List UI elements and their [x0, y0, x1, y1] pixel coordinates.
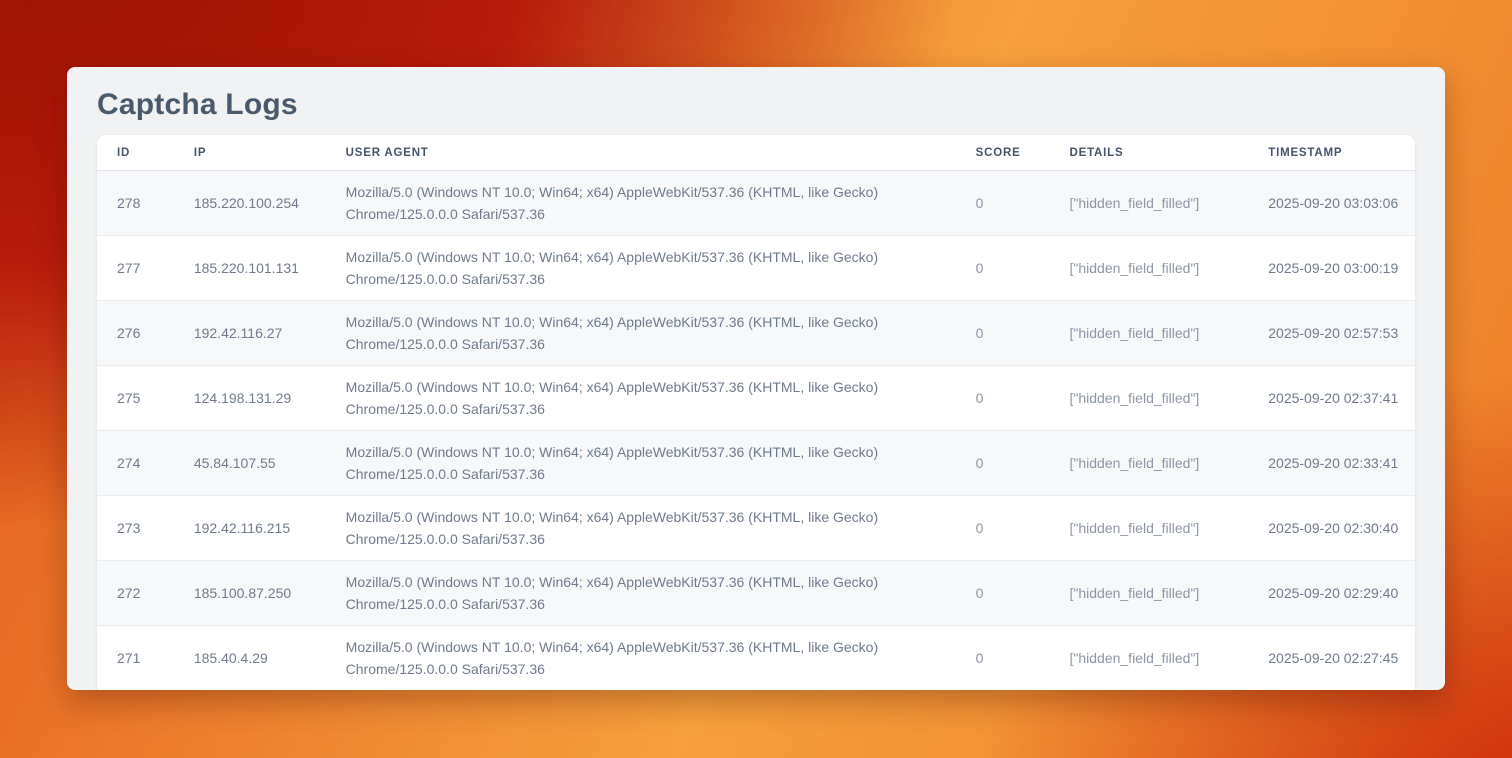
column-header-user_agent: USER AGENT — [326, 135, 956, 171]
cell-user_agent: Mozilla/5.0 (Windows NT 10.0; Win64; x64… — [326, 236, 956, 301]
cell-timestamp: 2025-09-20 02:33:41 — [1248, 431, 1415, 496]
cell-id: 272 — [97, 561, 174, 626]
table-row: 275124.198.131.29Mozilla/5.0 (Windows NT… — [97, 366, 1415, 431]
cell-user_agent: Mozilla/5.0 (Windows NT 10.0; Win64; x64… — [326, 366, 956, 431]
cell-score: 0 — [956, 431, 1050, 496]
cell-user_agent: Mozilla/5.0 (Windows NT 10.0; Win64; x64… — [326, 561, 956, 626]
cell-ip: 124.198.131.29 — [174, 366, 326, 431]
cell-ip: 45.84.107.55 — [174, 431, 326, 496]
cell-id: 273 — [97, 496, 174, 561]
cell-details: ["hidden_field_filled"] — [1050, 236, 1249, 301]
logs-table-container: IDIPUSER AGENTSCOREDETAILSTIMESTAMP 2781… — [97, 135, 1415, 690]
cell-timestamp: 2025-09-20 02:57:53 — [1248, 301, 1415, 366]
table-row: 277185.220.101.131Mozilla/5.0 (Windows N… — [97, 236, 1415, 301]
cell-details: ["hidden_field_filled"] — [1050, 626, 1249, 691]
page-background: Captcha Logs IDIPUSER AGENTSCOREDETAILST… — [0, 0, 1512, 758]
cell-ip: 185.220.101.131 — [174, 236, 326, 301]
cell-id: 271 — [97, 626, 174, 691]
cell-score: 0 — [956, 496, 1050, 561]
cell-score: 0 — [956, 171, 1050, 236]
cell-score: 0 — [956, 301, 1050, 366]
cell-user_agent: Mozilla/5.0 (Windows NT 10.0; Win64; x64… — [326, 171, 956, 236]
column-header-details: DETAILS — [1050, 135, 1249, 171]
cell-score: 0 — [956, 366, 1050, 431]
cell-score: 0 — [956, 236, 1050, 301]
column-header-id: ID — [97, 135, 174, 171]
cell-ip: 192.42.116.215 — [174, 496, 326, 561]
cell-user_agent: Mozilla/5.0 (Windows NT 10.0; Win64; x64… — [326, 496, 956, 561]
cell-score: 0 — [956, 626, 1050, 691]
cell-details: ["hidden_field_filled"] — [1050, 171, 1249, 236]
cell-user_agent: Mozilla/5.0 (Windows NT 10.0; Win64; x64… — [326, 301, 956, 366]
page-title: Captcha Logs — [67, 67, 1445, 135]
cell-details: ["hidden_field_filled"] — [1050, 366, 1249, 431]
table-body: 278185.220.100.254Mozilla/5.0 (Windows N… — [97, 171, 1415, 691]
captcha-logs-card: Captcha Logs IDIPUSER AGENTSCOREDETAILST… — [67, 67, 1445, 690]
table-row: 271185.40.4.29Mozilla/5.0 (Windows NT 10… — [97, 626, 1415, 691]
cell-timestamp: 2025-09-20 03:03:06 — [1248, 171, 1415, 236]
table-row: 276192.42.116.27Mozilla/5.0 (Windows NT … — [97, 301, 1415, 366]
table-row: 27445.84.107.55Mozilla/5.0 (Windows NT 1… — [97, 431, 1415, 496]
cell-details: ["hidden_field_filled"] — [1050, 496, 1249, 561]
cell-id: 277 — [97, 236, 174, 301]
table-row: 273192.42.116.215Mozilla/5.0 (Windows NT… — [97, 496, 1415, 561]
cell-timestamp: 2025-09-20 02:30:40 — [1248, 496, 1415, 561]
cell-ip: 185.220.100.254 — [174, 171, 326, 236]
cell-timestamp: 2025-09-20 02:29:40 — [1248, 561, 1415, 626]
cell-details: ["hidden_field_filled"] — [1050, 431, 1249, 496]
column-header-timestamp: TIMESTAMP — [1248, 135, 1415, 171]
logs-table: IDIPUSER AGENTSCOREDETAILSTIMESTAMP 2781… — [97, 135, 1415, 690]
cell-ip: 192.42.116.27 — [174, 301, 326, 366]
cell-timestamp: 2025-09-20 03:00:19 — [1248, 236, 1415, 301]
cell-id: 278 — [97, 171, 174, 236]
cell-id: 275 — [97, 366, 174, 431]
cell-ip: 185.40.4.29 — [174, 626, 326, 691]
table-row: 278185.220.100.254Mozilla/5.0 (Windows N… — [97, 171, 1415, 236]
table-row: 272185.100.87.250Mozilla/5.0 (Windows NT… — [97, 561, 1415, 626]
cell-user_agent: Mozilla/5.0 (Windows NT 10.0; Win64; x64… — [326, 431, 956, 496]
cell-score: 0 — [956, 561, 1050, 626]
cell-user_agent: Mozilla/5.0 (Windows NT 10.0; Win64; x64… — [326, 626, 956, 691]
table-head: IDIPUSER AGENTSCOREDETAILSTIMESTAMP — [97, 135, 1415, 171]
cell-id: 274 — [97, 431, 174, 496]
cell-timestamp: 2025-09-20 02:27:45 — [1248, 626, 1415, 691]
column-header-score: SCORE — [956, 135, 1050, 171]
table-header-row: IDIPUSER AGENTSCOREDETAILSTIMESTAMP — [97, 135, 1415, 171]
cell-timestamp: 2025-09-20 02:37:41 — [1248, 366, 1415, 431]
cell-details: ["hidden_field_filled"] — [1050, 301, 1249, 366]
cell-details: ["hidden_field_filled"] — [1050, 561, 1249, 626]
cell-ip: 185.100.87.250 — [174, 561, 326, 626]
cell-id: 276 — [97, 301, 174, 366]
column-header-ip: IP — [174, 135, 326, 171]
